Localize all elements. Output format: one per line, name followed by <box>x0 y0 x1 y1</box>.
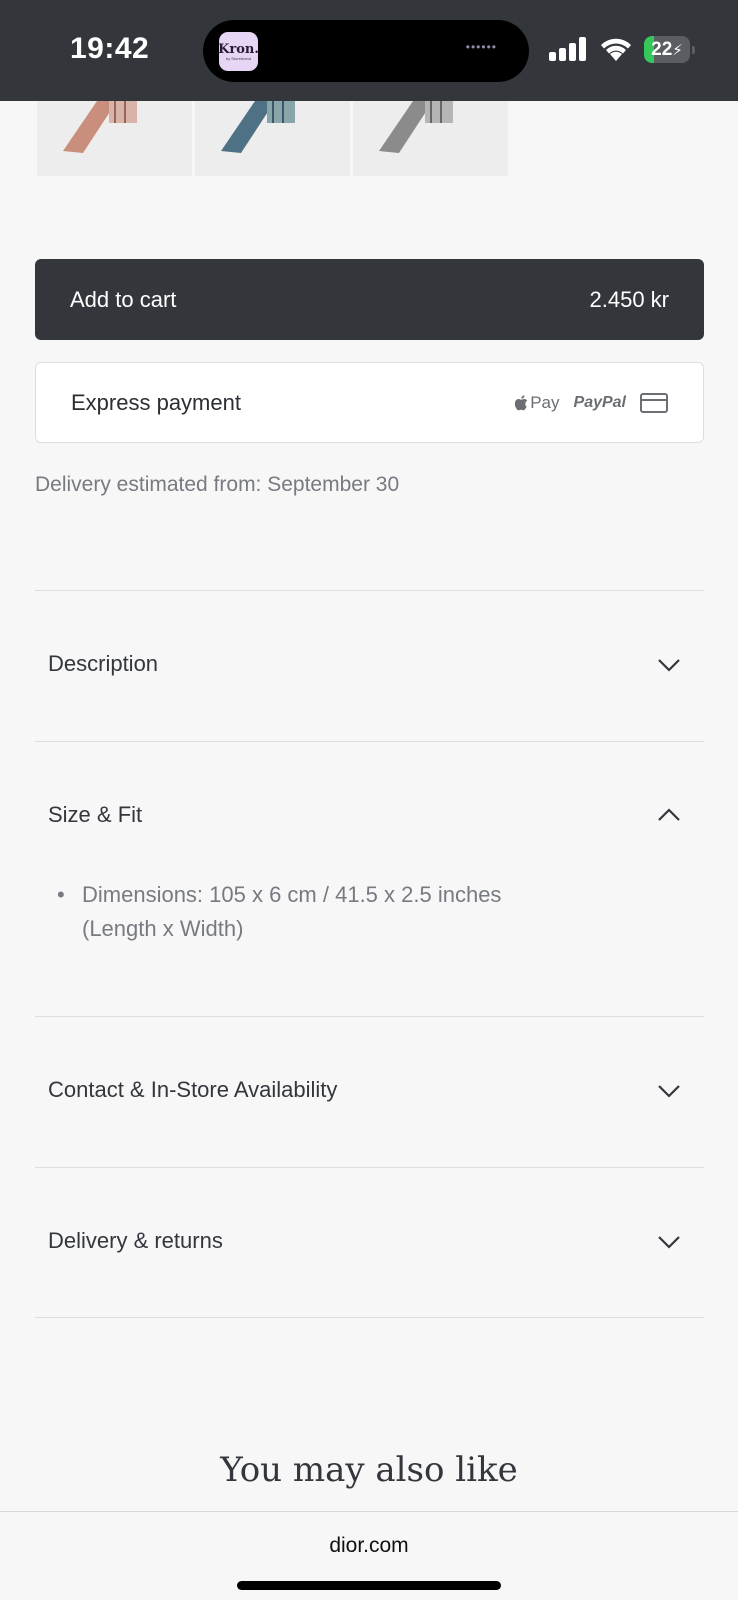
thumbnail-blue[interactable] <box>195 101 350 176</box>
battery-level: 22 <box>651 38 673 60</box>
thumbnail-grey[interactable] <box>353 101 508 176</box>
credit-card-icon <box>640 392 668 413</box>
delivery-estimate: Delivery estimated from: September 30 <box>35 473 400 496</box>
kron-app-icon[interactable]: Kron. by Storebrand <box>218 32 259 71</box>
divider <box>35 1016 704 1017</box>
product-price: 2.450 kr <box>589 286 670 312</box>
accordion-contact-title[interactable]: Contact & In-Store Availability <box>48 1077 337 1103</box>
activity-dots-icon: •••••• <box>465 40 497 54</box>
divider <box>35 1167 704 1168</box>
divider <box>35 1317 704 1318</box>
apple-pay-label: Pay <box>530 392 560 412</box>
accordion-description-title[interactable]: Description <box>48 651 158 677</box>
battery-icon: 22 ⚡ <box>644 36 695 63</box>
thumbnail-pink[interactable] <box>37 101 192 176</box>
app-icon-label: Kron. <box>218 41 259 57</box>
scarf-image-pink <box>63 101 137 153</box>
chevron-up-icon[interactable] <box>657 808 681 822</box>
scarf-image-blue <box>221 101 295 153</box>
status-time: 19:42 <box>70 32 150 65</box>
cellular-signal-icon <box>549 37 589 61</box>
home-indicator[interactable] <box>237 1581 501 1590</box>
app-icon-sublabel: by Storebrand <box>225 55 252 61</box>
express-payment-label: Express payment <box>71 389 241 415</box>
payment-methods: Pay PayPal <box>515 392 668 413</box>
paypal-icon: PayPal <box>573 393 626 411</box>
wifi-icon <box>601 38 631 61</box>
add-to-cart-label: Add to cart <box>70 286 177 312</box>
express-payment-button[interactable]: Express payment Pay PayPal <box>35 362 704 443</box>
chevron-down-icon[interactable] <box>657 658 681 672</box>
apple-pay-icon: Pay <box>515 392 560 413</box>
url-text[interactable]: dior.com <box>0 1534 738 1558</box>
status-bar: 19:42 Kron. by Storebrand •••••• 22 ⚡ <box>0 0 738 101</box>
dynamic-island[interactable]: Kron. by Storebrand •••••• <box>203 20 529 82</box>
divider <box>35 741 704 742</box>
bullet-icon: • <box>57 882 65 907</box>
accordion-delivery-returns-title[interactable]: Delivery & returns <box>48 1228 223 1254</box>
divider <box>35 590 704 591</box>
size-fit-dimensions: Dimensions: 105 x 6 cm / 41.5 x 2.5 inch… <box>82 882 502 941</box>
chevron-down-icon[interactable] <box>657 1084 681 1098</box>
add-to-cart-button[interactable]: Add to cart 2.450 kr <box>35 259 704 340</box>
accordion-size-fit-title[interactable]: Size & Fit <box>48 802 142 828</box>
scarf-image-grey <box>379 101 453 153</box>
chevron-down-icon[interactable] <box>657 1235 681 1249</box>
browser-address-bar[interactable]: dior.com <box>0 1511 738 1600</box>
also-like-heading: You may also like <box>220 1450 518 1490</box>
